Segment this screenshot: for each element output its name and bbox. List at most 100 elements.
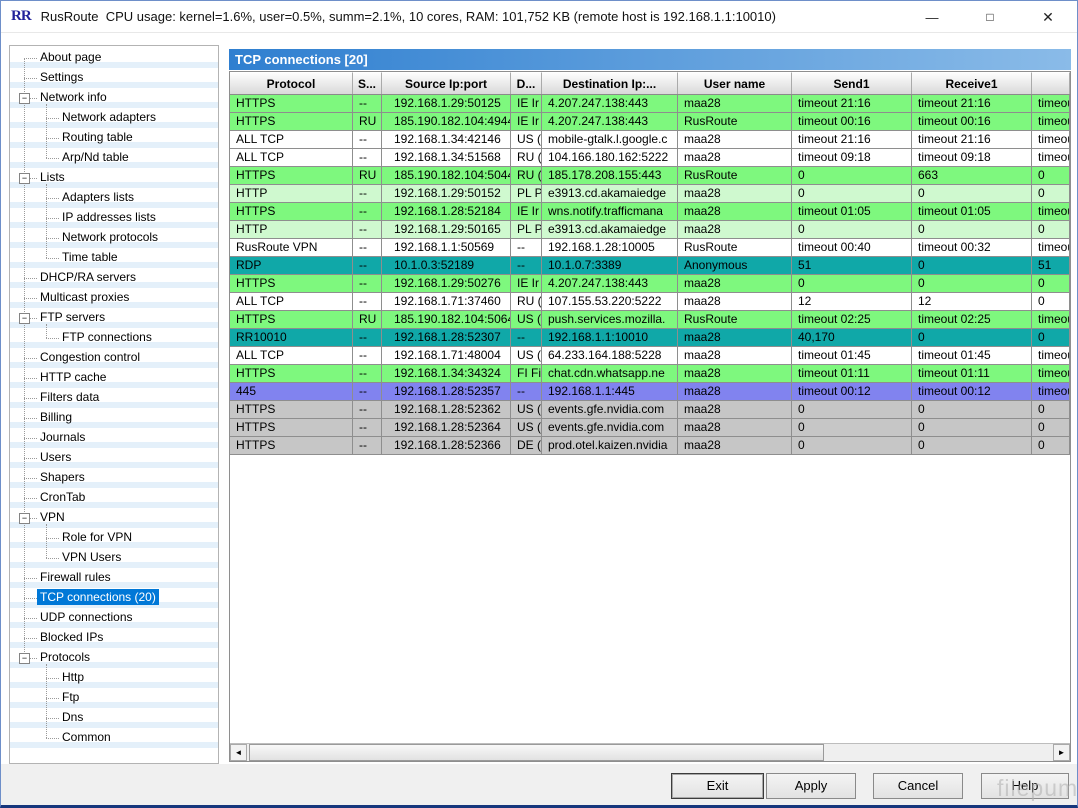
cell-send1: timeout 00:40 [792, 239, 912, 257]
sidebar-item-label: FTP servers [37, 309, 108, 325]
sidebar-item-firewall-rules[interactable]: Firewall rules [10, 568, 218, 588]
sidebar-item-vpn-users[interactable]: VPN Users [10, 548, 218, 568]
cell-destination: 4.207.247.138:443 [542, 113, 678, 131]
column-header-d[interactable]: D... [511, 72, 542, 94]
sidebar-item-http[interactable]: Http [10, 668, 218, 688]
sidebar-item-tcp-connections-20[interactable]: TCP connections (20) [10, 588, 218, 608]
table-row[interactable]: 445--192.168.1.28:52357--192.168.1.1:445… [230, 383, 1070, 401]
table-row[interactable]: ALL TCP--192.168.1.34:51568RU (104.166.1… [230, 149, 1070, 167]
maximize-button[interactable]: □ [961, 1, 1019, 33]
apply-button[interactable]: Apply [766, 773, 856, 799]
sidebar-item-label: Filters data [37, 389, 102, 405]
minimize-button[interactable]: — [903, 1, 961, 33]
column-header-source-ip-port[interactable]: Source Ip:port [382, 72, 511, 94]
sidebar-item-users[interactable]: Users [10, 448, 218, 468]
tree-collapse-icon[interactable]: − [19, 173, 30, 184]
sidebar-item-routing-table[interactable]: Routing table [10, 128, 218, 148]
scrollbar-track[interactable] [824, 744, 1053, 761]
sidebar-item-adapters-lists[interactable]: Adapters lists [10, 188, 218, 208]
sidebar-item-crontab[interactable]: CronTab [10, 488, 218, 508]
sidebar-item-ip-addresses-lists[interactable]: IP addresses lists [10, 208, 218, 228]
table-row[interactable]: HTTPSRU185.190.182.104:4944IE Ir4.207.24… [230, 113, 1070, 131]
column-header-s[interactable]: S... [353, 72, 382, 94]
sidebar-item-network-adapters[interactable]: Network adapters [10, 108, 218, 128]
sidebar-item-network-protocols[interactable]: Network protocols [10, 228, 218, 248]
close-button[interactable]: ✕ [1019, 1, 1077, 33]
cell-user: maa28 [678, 347, 792, 365]
cell-send1: 40,170 [792, 329, 912, 347]
cell-source: 192.168.1.29:50152 [382, 185, 511, 203]
sidebar-item-common[interactable]: Common [10, 728, 218, 748]
sidebar-item-label: Common [59, 729, 114, 745]
sidebar-item-multicast-proxies[interactable]: Multicast proxies [10, 288, 218, 308]
column-header-protocol[interactable]: Protocol [230, 72, 353, 94]
cell-send1: timeout 00:16 [792, 113, 912, 131]
sidebar-item-settings[interactable]: Settings [10, 68, 218, 88]
sidebar-item-ftp-servers[interactable]: −FTP servers [10, 308, 218, 328]
column-header-send1[interactable]: Send1 [792, 72, 912, 94]
sidebar-item-label: Lists [37, 169, 68, 185]
table-row[interactable]: ALL TCP--192.168.1.71:37460RU (107.155.5… [230, 293, 1070, 311]
sidebar-item-shapers[interactable]: Shapers [10, 468, 218, 488]
tree-collapse-icon[interactable]: − [19, 93, 30, 104]
help-button[interactable]: Help [981, 773, 1069, 799]
column-header-user-name[interactable]: User name [678, 72, 792, 94]
cell-source: 192.168.1.34:42146 [382, 131, 511, 149]
sidebar-item-network-info[interactable]: −Network info [10, 88, 218, 108]
table-row[interactable]: RR10010--192.168.1.28:52307--192.168.1.1… [230, 329, 1070, 347]
table-row[interactable]: HTTP--192.168.1.29:50152PL Pe3913.cd.aka… [230, 185, 1070, 203]
sidebar-item-ftp[interactable]: Ftp [10, 688, 218, 708]
table-row[interactable]: HTTPS--192.168.1.28:52366DE (prod.otel.k… [230, 437, 1070, 455]
tree-collapse-icon[interactable]: − [19, 653, 30, 664]
exit-button[interactable]: Exit [671, 773, 764, 799]
table-row[interactable]: HTTPS--192.168.1.29:50125IE Ir4.207.247.… [230, 95, 1070, 113]
cell-send1: 0 [792, 419, 912, 437]
navigation-tree: About pageSettings−Network infoNetwork a… [9, 45, 219, 764]
sidebar-item-about-page[interactable]: About page [10, 48, 218, 68]
tree-collapse-icon[interactable]: − [19, 513, 30, 524]
horizontal-scrollbar[interactable]: ◄ ► [230, 743, 1070, 761]
sidebar-item-lists[interactable]: −Lists [10, 168, 218, 188]
sidebar-item-protocols[interactable]: −Protocols [10, 648, 218, 668]
table-row[interactable]: HTTPS--192.168.1.28:52184IE Irwns.notify… [230, 203, 1070, 221]
tree-collapse-icon[interactable]: − [19, 313, 30, 324]
table-row[interactable]: HTTPSRU185.190.182.104:5044RU (185.178.2… [230, 167, 1070, 185]
cell-protocol: HTTPS [230, 311, 353, 329]
sidebar-item-arp-nd-table[interactable]: Arp/Nd table [10, 148, 218, 168]
sidebar-item-udp-connections[interactable]: UDP connections [10, 608, 218, 628]
table-row[interactable]: ALL TCP--192.168.1.71:48004US (64.233.16… [230, 347, 1070, 365]
cell-protocol: HTTPS [230, 401, 353, 419]
sidebar-item-http-cache[interactable]: HTTP cache [10, 368, 218, 388]
scrollbar-thumb[interactable] [249, 744, 824, 761]
column-header-destination-ip[interactable]: Destination Ip:... [542, 72, 678, 94]
column-header-receive1[interactable]: Receive1 [912, 72, 1032, 94]
cell-d: IE Ir [511, 113, 542, 131]
sidebar-item-dns[interactable]: Dns [10, 708, 218, 728]
sidebar-item-billing[interactable]: Billing [10, 408, 218, 428]
table-row[interactable]: HTTPS--192.168.1.28:52364US (events.gfe.… [230, 419, 1070, 437]
table-row[interactable]: RDP--10.1.0.3:52189--10.1.0.7:3389Anonym… [230, 257, 1070, 275]
sidebar-item-congestion-control[interactable]: Congestion control [10, 348, 218, 368]
scroll-right-icon[interactable]: ► [1053, 744, 1070, 761]
table-row[interactable]: ALL TCP--192.168.1.34:42146US (mobile-gt… [230, 131, 1070, 149]
table-row[interactable]: HTTP--192.168.1.29:50165PL Pe3913.cd.aka… [230, 221, 1070, 239]
sidebar-item-ftp-connections[interactable]: FTP connections [10, 328, 218, 348]
cancel-button[interactable]: Cancel [873, 773, 963, 799]
table-row[interactable]: HTTPS--192.168.1.29:50276IE Ir4.207.247.… [230, 275, 1070, 293]
table-row[interactable]: RusRoute VPN--192.168.1.1:50569--192.168… [230, 239, 1070, 257]
title-bar: RR RusRoute CPU usage: kernel=1.6%, user… [1, 1, 1077, 33]
scroll-left-icon[interactable]: ◄ [230, 744, 247, 761]
table-row[interactable]: HTTPSRU185.190.182.104:5064US (push.serv… [230, 311, 1070, 329]
sidebar-item-dhcp-ra-servers[interactable]: DHCP/RA servers [10, 268, 218, 288]
sidebar-item-filters-data[interactable]: Filters data [10, 388, 218, 408]
sidebar-item-vpn[interactable]: −VPN [10, 508, 218, 528]
cell-user: maa28 [678, 437, 792, 455]
column-header-extra[interactable] [1032, 72, 1070, 94]
sidebar-item-role-for-vpn[interactable]: Role for VPN [10, 528, 218, 548]
table-row[interactable]: HTTPS--192.168.1.34:34324FI Fichat.cdn.w… [230, 365, 1070, 383]
table-row[interactable]: HTTPS--192.168.1.28:52362US (events.gfe.… [230, 401, 1070, 419]
sidebar-item-journals[interactable]: Journals [10, 428, 218, 448]
sidebar-item-blocked-ips[interactable]: Blocked IPs [10, 628, 218, 648]
sidebar-item-time-table[interactable]: Time table [10, 248, 218, 268]
sidebar-item-label: UDP connections [37, 609, 136, 625]
